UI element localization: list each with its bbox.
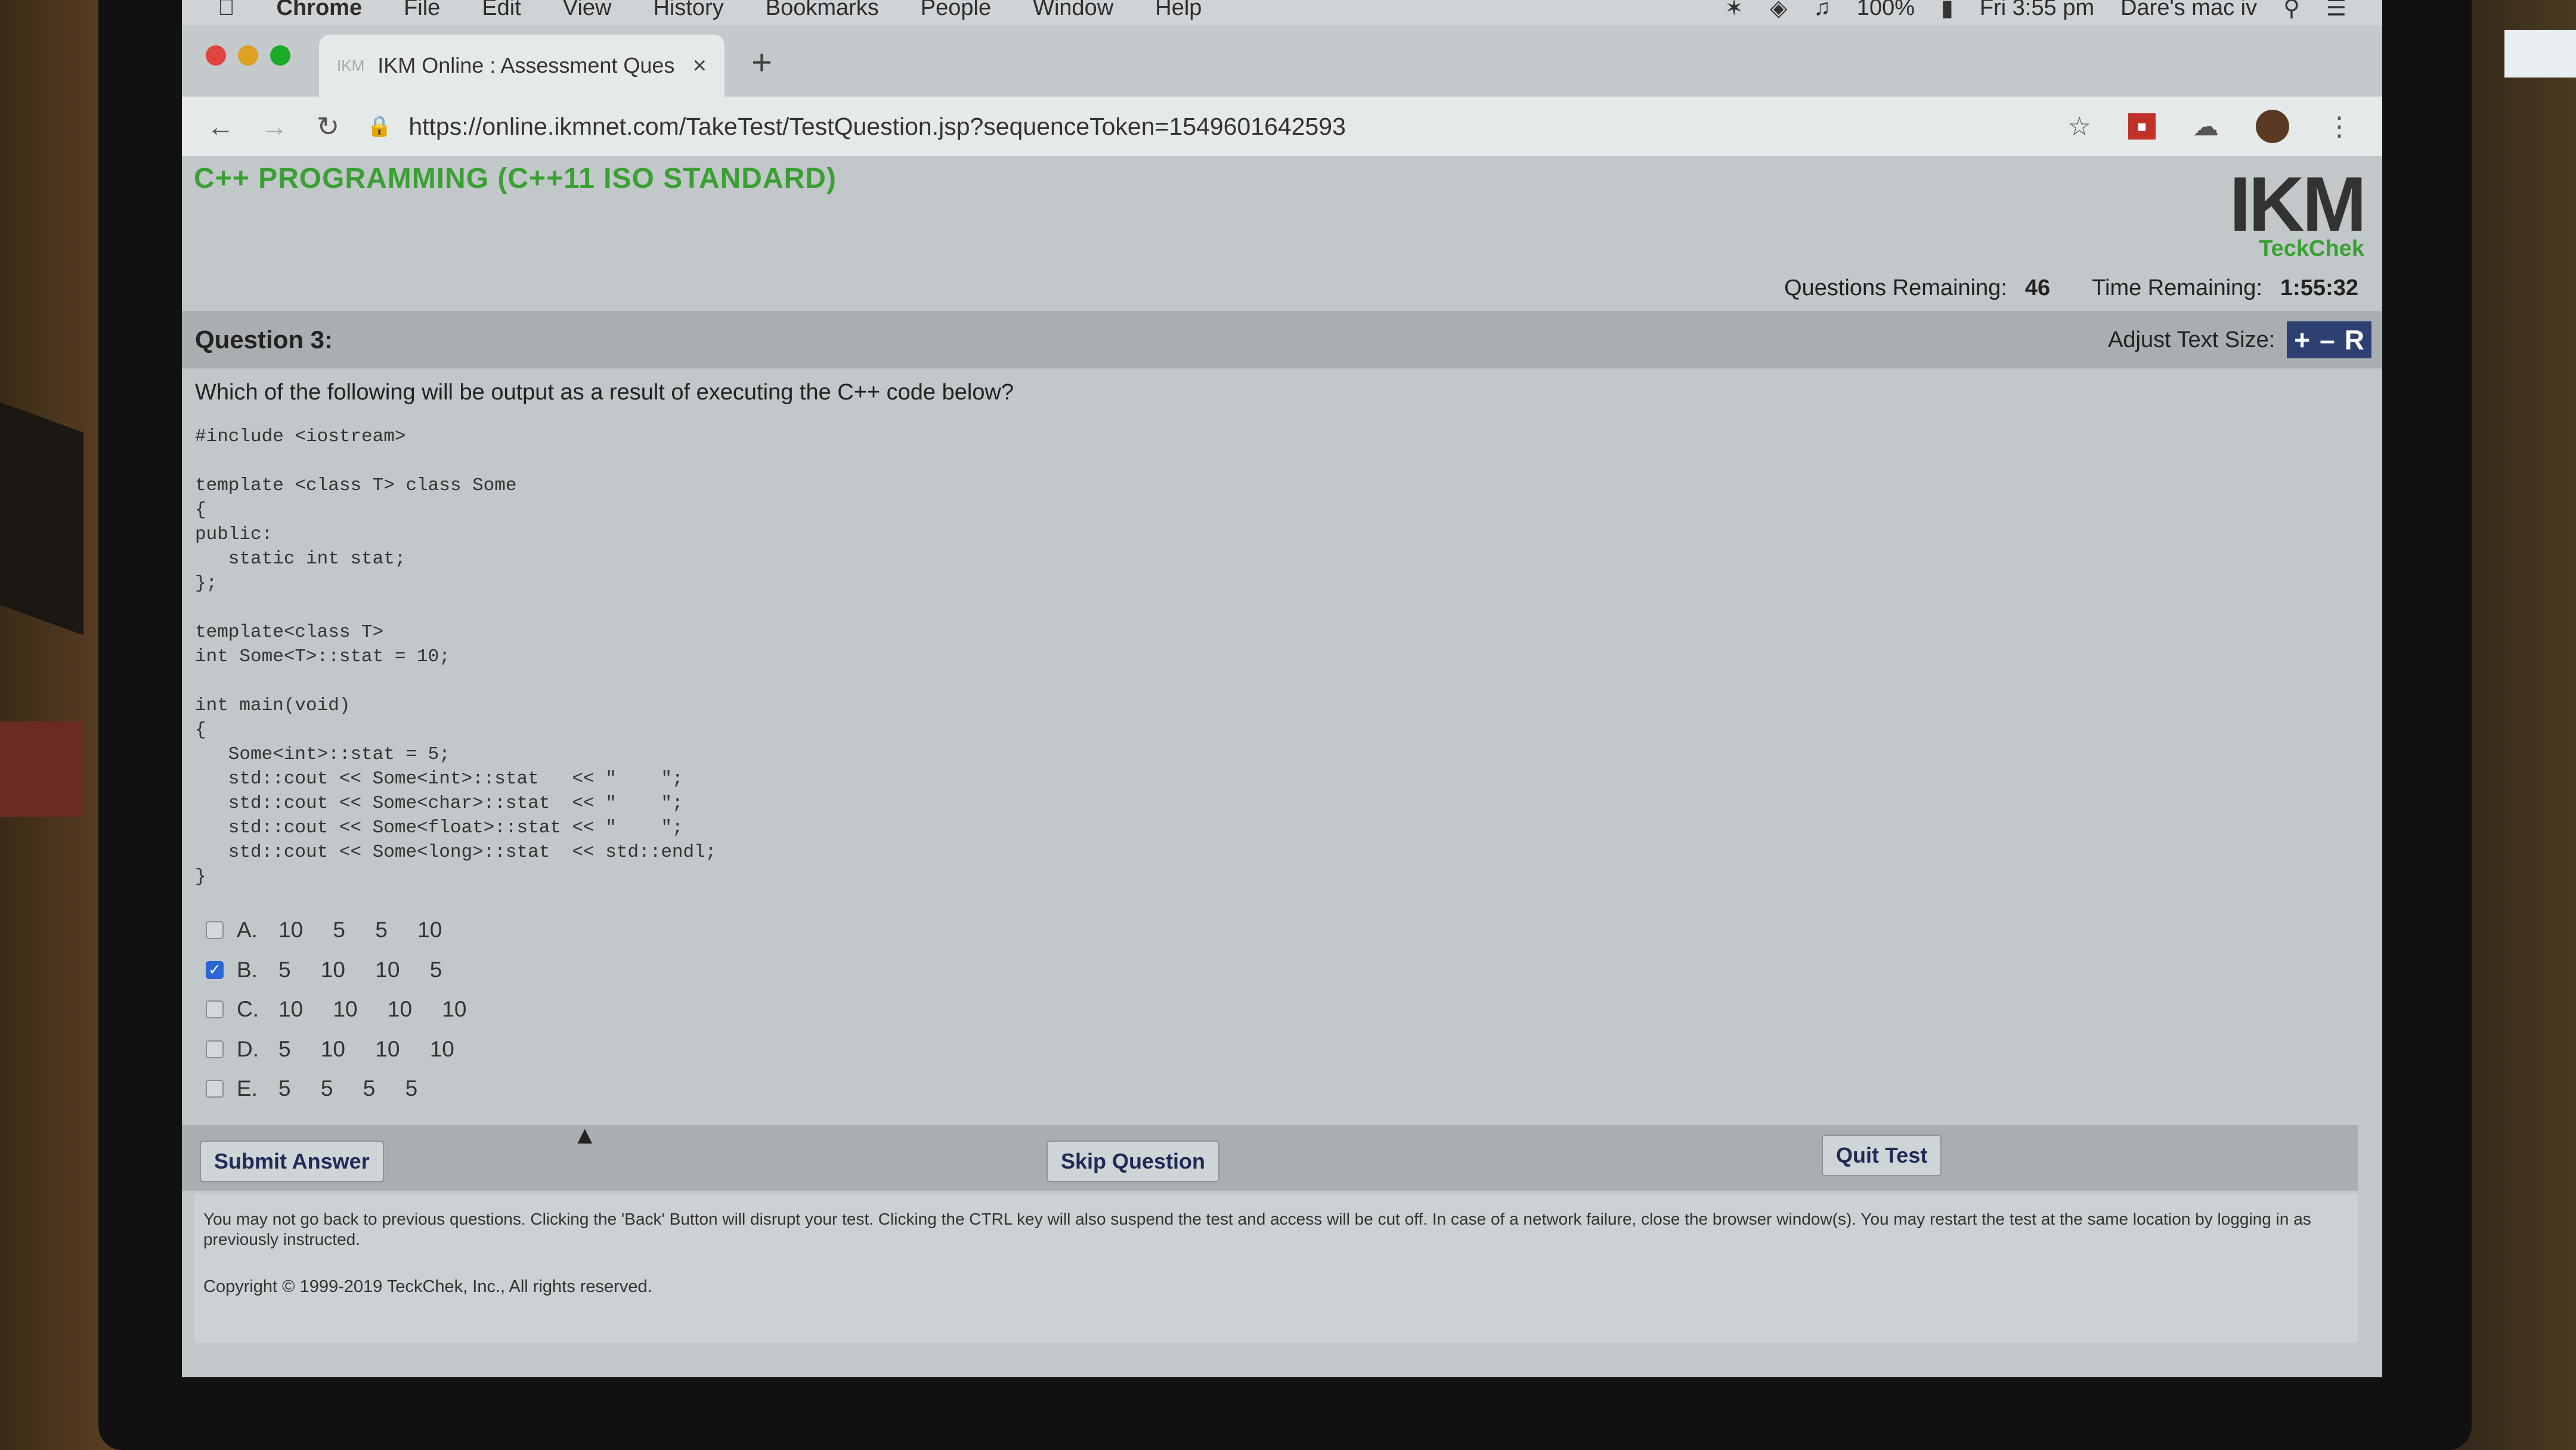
checkbox[interactable] xyxy=(206,1000,224,1019)
option-values: 10 10 10 10 xyxy=(278,997,467,1022)
clock[interactable]: Fri 3:55 pm xyxy=(1980,0,2094,21)
close-window-button[interactable] xyxy=(206,45,226,66)
menu-item-help[interactable]: Help xyxy=(1155,0,1202,21)
extension-icon[interactable]: ■ xyxy=(2128,113,2156,140)
second-monitor-window xyxy=(2504,30,2576,78)
answer-option[interactable]: E. 5 5 5 5 xyxy=(206,1069,466,1109)
screen:  Chrome File Edit View History Bookmark… xyxy=(182,0,2382,1377)
checkbox-checked[interactable]: ✓ xyxy=(206,961,224,979)
more-menu-icon[interactable]: ⋮ xyxy=(2326,111,2352,142)
option-letter: A. xyxy=(237,918,258,943)
footer: You may not go back to previous question… xyxy=(194,1194,2358,1343)
menu-bar-status: ✶ ◈ ♫ 100% ▮ Fri 3:55 pm Dare's mac iv ⚲… xyxy=(1724,0,2382,21)
browser-tab-strip: IKM IKM Online : Assessment Ques × + xyxy=(182,25,2382,97)
option-letter: C. xyxy=(237,997,259,1022)
address-bar[interactable]: 🔒 https://online.ikmnet.com/TakeTest/Tes… xyxy=(367,113,1346,141)
mouse-cursor-icon: ▲ xyxy=(572,1121,597,1149)
tab-favicon: IKM xyxy=(337,56,365,75)
questions-remaining-value: 46 xyxy=(2024,275,2051,300)
new-tab-icon[interactable]: + xyxy=(751,42,772,83)
battery-percent[interactable]: 100% xyxy=(1857,0,1915,21)
menu-item-edit[interactable]: Edit xyxy=(482,0,521,21)
menu-item-people[interactable]: People xyxy=(921,0,991,21)
battery-icon[interactable]: ▮ xyxy=(1941,0,1953,21)
ikm-logo: IKM TeckChek xyxy=(2229,160,2367,262)
bookmark-star-icon[interactable]: ☆ xyxy=(2068,111,2091,142)
cloud-extension-icon[interactable]: ☁ xyxy=(2193,111,2219,142)
close-tab-icon[interactable]: × xyxy=(693,52,707,79)
checkbox[interactable] xyxy=(206,1040,224,1058)
checkbox[interactable] xyxy=(206,921,224,940)
option-letter: D. xyxy=(237,1036,259,1061)
answer-option[interactable]: D. 5 10 10 10 xyxy=(206,1030,466,1070)
option-values: 5 10 10 5 xyxy=(278,957,442,982)
question-prompt: Which of the following will be output as… xyxy=(195,380,1014,405)
lock-icon: 🔒 xyxy=(367,115,392,138)
back-arrow-icon[interactable]: ← xyxy=(194,110,247,142)
action-bar: Submit Answer Skip Question Quit Test xyxy=(182,1125,2358,1191)
option-values: 5 10 10 10 xyxy=(278,1036,454,1061)
test-instructions-note: You may not go back to previous question… xyxy=(203,1210,2311,1248)
time-remaining-value: 1:55:32 xyxy=(2280,275,2358,300)
option-values: 5 5 5 5 xyxy=(278,1076,418,1101)
answer-option[interactable]: A. 10 5 5 10 xyxy=(206,910,466,950)
notification-center-icon[interactable]: ☰ xyxy=(2326,0,2346,21)
question-title: Question 3: xyxy=(195,326,333,354)
option-values: 10 5 5 10 xyxy=(278,918,442,943)
window-controls xyxy=(206,45,290,66)
answer-option[interactable]: C. 10 10 10 10 xyxy=(206,990,466,1030)
tab-title: IKM Online : Assessment Ques xyxy=(377,53,675,78)
mac-menu-bar:  Chrome File Edit View History Bookmark… xyxy=(182,0,2382,25)
page-content: C++ PROGRAMMING (C++11 ISO STANDARD) IKM… xyxy=(182,156,2382,1377)
menu-item-history[interactable]: History xyxy=(653,0,723,21)
reset-text-size-button[interactable]: R xyxy=(2345,324,2364,356)
answer-option[interactable]: ✓ B. 5 10 10 5 xyxy=(206,950,466,990)
desk-object xyxy=(0,721,83,817)
apple-menu-icon[interactable]:  xyxy=(218,0,235,21)
questions-remaining-label: Questions Remaining: xyxy=(1784,275,2007,300)
adjust-text-size-label: Adjust Text Size: xyxy=(2108,327,2275,352)
time-remaining: Time Remaining: 1:55:32 xyxy=(2092,275,2358,301)
profile-avatar[interactable] xyxy=(2256,110,2289,143)
maximize-window-button[interactable] xyxy=(270,45,290,66)
menu-item-file[interactable]: File xyxy=(404,0,440,21)
quit-test-button[interactable]: Quit Test xyxy=(1822,1135,1942,1176)
spotlight-search-icon[interactable]: ⚲ xyxy=(2283,0,2300,21)
minimize-window-button[interactable] xyxy=(238,45,258,66)
menu-bar-items:  Chrome File Edit View History Bookmark… xyxy=(182,0,1202,21)
adjust-text-size: Adjust Text Size: + – R xyxy=(2108,321,2371,358)
time-remaining-label: Time Remaining: xyxy=(2092,275,2263,300)
question-header-bar: Question 3: Adjust Text Size: + – R xyxy=(182,311,2382,368)
option-letter: E. xyxy=(237,1076,258,1101)
increase-text-size-button[interactable]: + xyxy=(2294,324,2310,356)
menu-item-window[interactable]: Window xyxy=(1033,0,1113,21)
questions-remaining: Questions Remaining: 46 xyxy=(1784,275,2050,301)
reload-icon[interactable]: ↻ xyxy=(301,110,355,142)
volume-icon[interactable]: ♫ xyxy=(1813,0,1831,21)
decrease-text-size-button[interactable]: – xyxy=(2320,324,2335,356)
desk-object xyxy=(0,402,83,636)
course-title: C++ PROGRAMMING (C++11 ISO STANDARD) xyxy=(194,163,837,194)
submit-answer-button[interactable]: Submit Answer xyxy=(200,1141,384,1182)
skip-question-button[interactable]: Skip Question xyxy=(1046,1141,1220,1182)
browser-toolbar: ← → ↻ 🔒 https://online.ikmnet.com/TakeTe… xyxy=(182,97,2382,156)
toolbar-actions: ☆ ■ ☁ ⋮ xyxy=(2068,110,2382,143)
menu-item-chrome[interactable]: Chrome xyxy=(277,0,363,21)
checkbox[interactable] xyxy=(206,1080,224,1098)
wifi-icon[interactable]: ◈ xyxy=(1770,0,1787,21)
text-size-buttons: + – R xyxy=(2287,321,2371,358)
logo-text: IKM xyxy=(2229,160,2367,247)
bluetooth-icon[interactable]: ✶ xyxy=(1724,0,1744,21)
menu-item-view[interactable]: View xyxy=(563,0,612,21)
copyright: Copyright © 1999-2019 TeckChek, Inc., Al… xyxy=(203,1277,652,1296)
option-letter: B. xyxy=(237,957,258,982)
forward-arrow-icon[interactable]: → xyxy=(247,110,301,142)
answer-options: A. 10 5 5 10 ✓ B. 5 10 10 5 C. 10 10 10 10 D. 5 … xyxy=(206,910,466,1109)
test-stats: Questions Remaining: 46 Time Remaining: 1:… xyxy=(1784,275,2358,301)
user-name[interactable]: Dare's mac iv xyxy=(2120,0,2257,21)
menu-item-bookmarks[interactable]: Bookmarks xyxy=(766,0,879,21)
browser-tab-active[interactable]: IKM IKM Online : Assessment Ques × xyxy=(319,35,724,97)
url-text[interactable]: https://online.ikmnet.com/TakeTest/TestQ… xyxy=(408,113,1346,141)
code-listing: #include <iostream> template <class T> c… xyxy=(195,426,717,887)
